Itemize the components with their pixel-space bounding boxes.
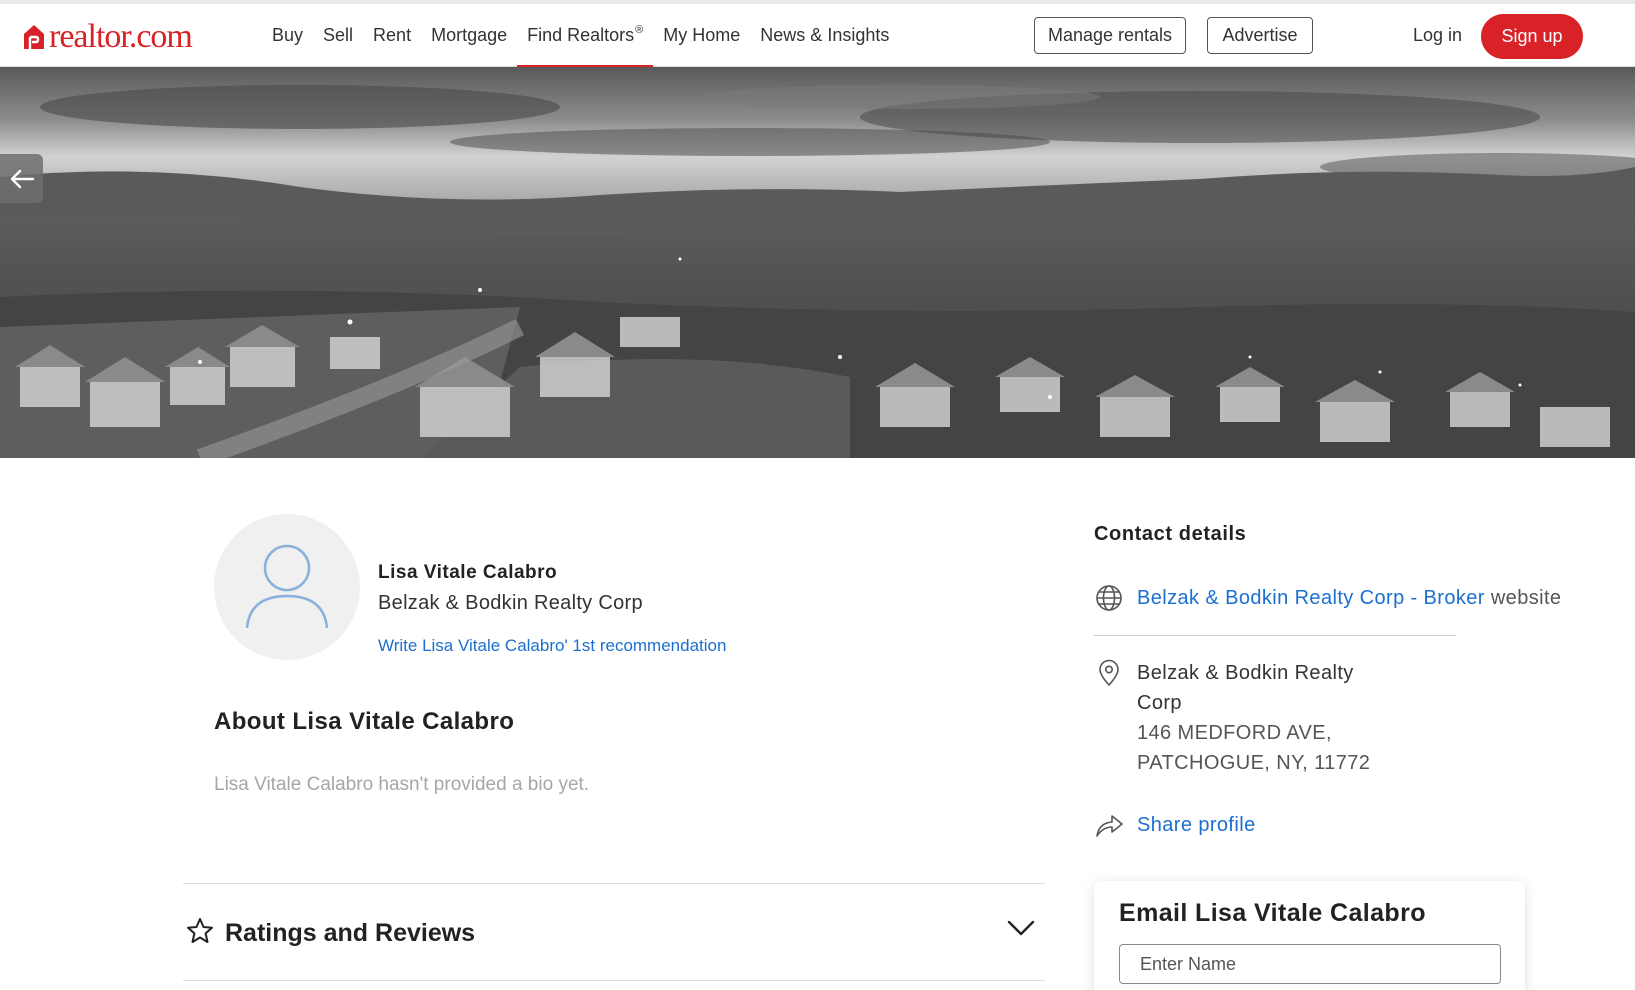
- arrow-left-icon: [9, 169, 35, 189]
- map-pin-icon: [1094, 658, 1124, 688]
- name-input[interactable]: [1119, 944, 1501, 984]
- about-name: Lisa Vitale Calabro: [292, 708, 515, 735]
- agent-name: Lisa Vitale Calabro: [378, 562, 558, 583]
- share-arrow-icon: [1094, 810, 1124, 840]
- hero-banner: [0, 67, 1635, 458]
- agent-company: Belzak & Bodkin Realty Corp: [378, 592, 643, 614]
- nav-sell[interactable]: Sell: [313, 4, 363, 67]
- website-suffix: website: [1484, 587, 1562, 609]
- nav-buy[interactable]: Buy: [262, 4, 313, 67]
- about-prefix: About: [214, 708, 293, 735]
- nav-find-realtors-label: Find Realtors: [527, 25, 635, 45]
- website-line: Belzak & Bodkin Realty Corp - Broker web…: [1137, 583, 1561, 613]
- contact-divider: [1094, 635, 1456, 636]
- ratings-label: Ratings and Reviews: [225, 919, 476, 947]
- login-link[interactable]: Log in: [1413, 25, 1462, 46]
- site-header: realtor.com Buy Sell Rent Mortgage Find …: [0, 4, 1635, 68]
- nav-find-realtors[interactable]: Find Realtors ®: [517, 4, 654, 68]
- logo-wordmark: realtor.com: [49, 18, 193, 55]
- broker-website-link[interactable]: Belzak & Bodkin Realty Corp - Broker: [1137, 587, 1485, 609]
- house-logo-icon: [23, 24, 45, 50]
- star-outline-icon: [186, 917, 214, 950]
- hero-landscape-image: [0, 67, 1635, 458]
- main-nav: Buy Sell Rent Mortgage Find Realtors ® My…: [262, 4, 899, 68]
- address-line-1: 146 MEDFORD AVE,: [1137, 722, 1332, 744]
- website-row: Belzak & Bodkin Realty Corp - Broker web…: [1094, 583, 1561, 613]
- section-divider-bottom: [183, 980, 1045, 981]
- ratings-reviews-toggle[interactable]: Ratings and Reviews: [183, 885, 1045, 980]
- office-address: Belzak & Bodkin Realty Corp 146 MEDFORD …: [1137, 658, 1397, 778]
- email-agent-card: Email Lisa Vitale Calabro: [1094, 881, 1525, 990]
- address-row: Belzak & Bodkin Realty Corp 146 MEDFORD …: [1094, 658, 1397, 778]
- nav-mortgage-label: Mortgage: [431, 25, 508, 45]
- nav-my-home-label: My Home: [663, 25, 741, 45]
- chevron-down-icon: [1007, 919, 1035, 942]
- agent-bio: Lisa Vitale Calabro hasn't provided a bi…: [214, 774, 590, 795]
- advertise-button[interactable]: Advertise: [1207, 17, 1313, 54]
- agent-avatar: [214, 514, 360, 660]
- back-button[interactable]: [0, 154, 43, 203]
- address-line-2: PATCHOGUE, NY, 11772: [1137, 752, 1371, 774]
- about-heading: About Lisa Vitale Calabro: [214, 708, 514, 736]
- nav-sell-label: Sell: [323, 25, 354, 45]
- nav-rent-label: Rent: [373, 25, 412, 45]
- signup-button[interactable]: Sign up: [1481, 14, 1583, 59]
- realtor-logo[interactable]: realtor.com: [23, 17, 193, 57]
- office-name: Belzak & Bodkin Realty Corp: [1137, 662, 1354, 714]
- nav-rent[interactable]: Rent: [363, 4, 421, 67]
- nav-news-insights[interactable]: News & Insights: [750, 4, 899, 67]
- section-divider: [183, 883, 1045, 884]
- write-recommendation-link[interactable]: Write Lisa Vitale Calabro' 1st recommend…: [378, 636, 726, 656]
- nav-buy-label: Buy: [272, 25, 304, 45]
- share-row[interactable]: Share profile: [1094, 810, 1256, 840]
- globe-icon: [1094, 583, 1124, 613]
- email-card-title: Email Lisa Vitale Calabro: [1119, 899, 1426, 927]
- nav-my-home[interactable]: My Home: [653, 4, 750, 67]
- nav-news-insights-label: News & Insights: [760, 25, 890, 45]
- contact-details-title: Contact details: [1094, 523, 1247, 545]
- nav-mortgage[interactable]: Mortgage: [421, 4, 517, 67]
- registered-mark: ®: [635, 23, 644, 36]
- share-profile-link[interactable]: Share profile: [1137, 810, 1256, 840]
- user-placeholder-icon: [242, 540, 332, 635]
- manage-rentals-button[interactable]: Manage rentals: [1034, 17, 1186, 54]
